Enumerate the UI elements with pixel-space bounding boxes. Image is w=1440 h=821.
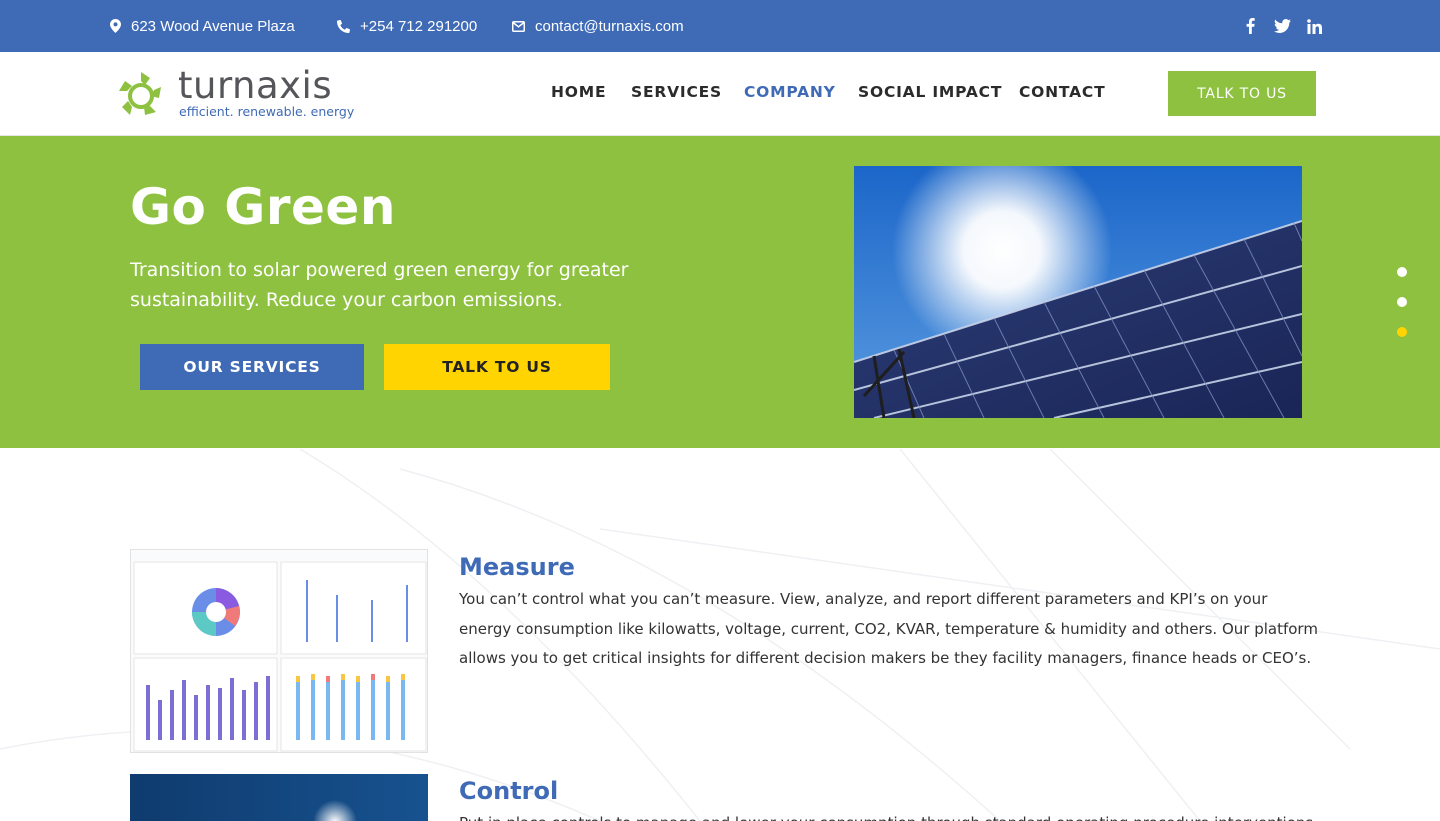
- map-pin-icon: [110, 19, 121, 33]
- feature-measure-title: Measure: [459, 553, 575, 581]
- nav-social-impact[interactable]: SOCIAL IMPACT: [858, 83, 1002, 101]
- slider-dots: [1397, 267, 1407, 357]
- control-image: [130, 774, 428, 821]
- address-text: 623 Wood Avenue Plaza: [131, 17, 295, 35]
- feature-control-text: Put in place controls to manage and lowe…: [459, 809, 1319, 821]
- address-item: 623 Wood Avenue Plaza: [110, 0, 295, 52]
- phone-icon: [337, 19, 350, 33]
- hero-banner: Go Green Transition to solar powered gre…: [0, 136, 1440, 448]
- features-section: Measure You can’t control what you can’t…: [0, 449, 1440, 821]
- logo[interactable]: turnaxis efficient. renewable. energy: [116, 64, 356, 124]
- nav-services[interactable]: SERVICES: [631, 83, 722, 101]
- logo-mark-icon: [119, 72, 161, 115]
- slide-dot-3[interactable]: [1397, 327, 1407, 337]
- facebook-icon[interactable]: [1241, 17, 1259, 35]
- hero-subtitle: Transition to solar powered green energy…: [130, 259, 629, 311]
- hero-title: Go Green: [130, 178, 396, 236]
- dashboard-screenshot-image: [130, 549, 428, 753]
- solar-panel-image: [854, 166, 1302, 418]
- logo-wordmark: turnaxis: [178, 64, 333, 107]
- hero-talk-to-us-button[interactable]: TALK TO US: [384, 344, 610, 390]
- linkedin-icon[interactable]: [1305, 17, 1323, 35]
- phone-item[interactable]: +254 712 291200: [337, 0, 477, 52]
- top-info-bar: 623 Wood Avenue Plaza +254 712 291200 co…: [0, 0, 1440, 52]
- nav-home[interactable]: HOME: [551, 83, 606, 101]
- feature-measure-text: You can’t control what you can’t measure…: [459, 590, 1318, 667]
- our-services-button[interactable]: OUR SERVICES: [140, 344, 364, 390]
- feature-control-title: Control: [459, 777, 559, 805]
- twitter-icon[interactable]: [1273, 17, 1291, 35]
- nav-contact[interactable]: CONTACT: [1019, 83, 1105, 101]
- slide-dot-1[interactable]: [1397, 267, 1407, 277]
- logo-tagline: efficient. renewable. energy: [179, 104, 355, 119]
- site-header: turnaxis efficient. renewable. energy HO…: [0, 52, 1440, 136]
- phone-text: +254 712 291200: [360, 17, 478, 35]
- email-item[interactable]: contact@turnaxis.com: [512, 0, 684, 52]
- social-links: [1227, 0, 1323, 52]
- talk-to-us-button[interactable]: TALK TO US: [1168, 71, 1316, 116]
- slide-dot-2[interactable]: [1397, 297, 1407, 307]
- email-text: contact@turnaxis.com: [535, 17, 684, 35]
- envelope-icon: [512, 20, 525, 32]
- nav-company[interactable]: COMPANY: [744, 83, 836, 101]
